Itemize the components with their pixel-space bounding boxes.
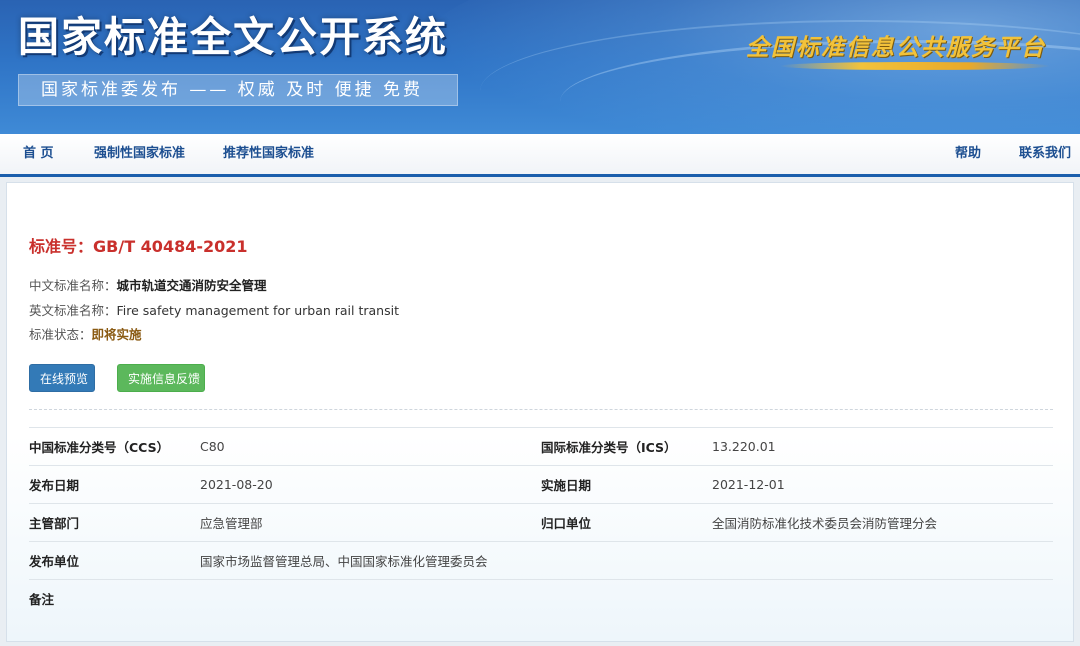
cn-name-label: 中文标准名称： <box>29 278 117 293</box>
department-value: 应急管理部 <box>200 503 541 542</box>
en-name-line: 英文标准名称：Fire safety management for urban … <box>29 300 399 319</box>
issuer-label: 发布单位 <box>29 541 200 580</box>
ics-label: 国际标准分类号（ICS） <box>541 427 712 466</box>
department-label: 主管部门 <box>29 503 200 542</box>
site-title: 国家标准全文公开系统 <box>18 13 448 61</box>
standard-number-label: 标准号： <box>29 237 94 256</box>
table-row: 主管部门 应急管理部 归口单位 全国消防标准化技术委员会消防管理分会 <box>29 503 1053 542</box>
implementation-feedback-button[interactable]: 实施信息反馈 <box>117 364 205 392</box>
table-row: 发布日期 2021-08-20 实施日期 2021-12-01 <box>29 465 1053 504</box>
effective-date-label: 实施日期 <box>541 465 712 504</box>
table-row: 发布单位 国家市场监督管理总局、中国国家标准化管理委员会 <box>29 541 1053 580</box>
header-banner: 国家标准全文公开系统 国家标准委发布 —— 权威 及时 便捷 免费 全国标准信息… <box>0 0 1080 134</box>
standard-number-heading: 标准号：GB/T 40484-2021 <box>29 233 248 257</box>
cn-name-value: 城市轨道交通消防安全管理 <box>116 278 267 293</box>
en-name-value: Fire safety management for urban rail tr… <box>116 303 399 318</box>
effective-date-value: 2021-12-01 <box>712 465 1053 504</box>
ics-value: 13.220.01 <box>712 427 1053 466</box>
table-row: 中国标准分类号（CCS） C80 国际标准分类号（ICS） 13.220.01 <box>29 427 1053 466</box>
standard-detail-panel: 标准号：GB/T 40484-2021 中文标准名称：城市轨道交通消防安全管理 … <box>6 182 1074 642</box>
nav-mandatory-standards[interactable]: 强制性国家标准 <box>94 134 185 174</box>
status-line: 标准状态：即将实施 <box>29 324 142 343</box>
standard-metadata-table: 中国标准分类号（CCS） C80 国际标准分类号（ICS） 13.220.01 … <box>29 427 1053 618</box>
status-label: 标准状态： <box>29 327 92 342</box>
online-preview-button[interactable]: 在线预览 <box>29 364 95 392</box>
platform-name: 全国标准信息公共服务平台 <box>746 34 1046 61</box>
platform-name-underline <box>780 62 1050 70</box>
remarks-value <box>200 579 1053 618</box>
publish-date-label: 发布日期 <box>29 465 200 504</box>
standard-number: GB/T 40484-2021 <box>93 237 248 256</box>
table-row: 备注 <box>29 579 1053 618</box>
cn-name-line: 中文标准名称：城市轨道交通消防安全管理 <box>29 275 267 294</box>
section-divider <box>29 409 1053 410</box>
technical-committee-label: 归口单位 <box>541 503 712 542</box>
ccs-value: C80 <box>200 427 541 466</box>
ccs-label: 中国标准分类号（CCS） <box>29 427 200 466</box>
site-slogan: 国家标准委发布 —— 权威 及时 便捷 免费 <box>18 74 458 106</box>
main-nav: 首 页 强制性国家标准 推荐性国家标准 帮助 联系我们 <box>0 134 1080 177</box>
issuer-value: 国家市场监督管理总局、中国国家标准化管理委员会 <box>200 541 1053 580</box>
publish-date-value: 2021-08-20 <box>200 465 541 504</box>
remarks-label: 备注 <box>29 579 200 618</box>
nav-contact-us[interactable]: 联系我们 <box>1019 134 1071 174</box>
nav-home[interactable]: 首 页 <box>23 134 54 174</box>
en-name-label: 英文标准名称： <box>29 303 117 318</box>
technical-committee-value: 全国消防标准化技术委员会消防管理分会 <box>712 503 1053 542</box>
status-value: 即将实施 <box>91 327 142 342</box>
nav-recommended-standards[interactable]: 推荐性国家标准 <box>223 134 314 174</box>
nav-help[interactable]: 帮助 <box>955 134 981 174</box>
